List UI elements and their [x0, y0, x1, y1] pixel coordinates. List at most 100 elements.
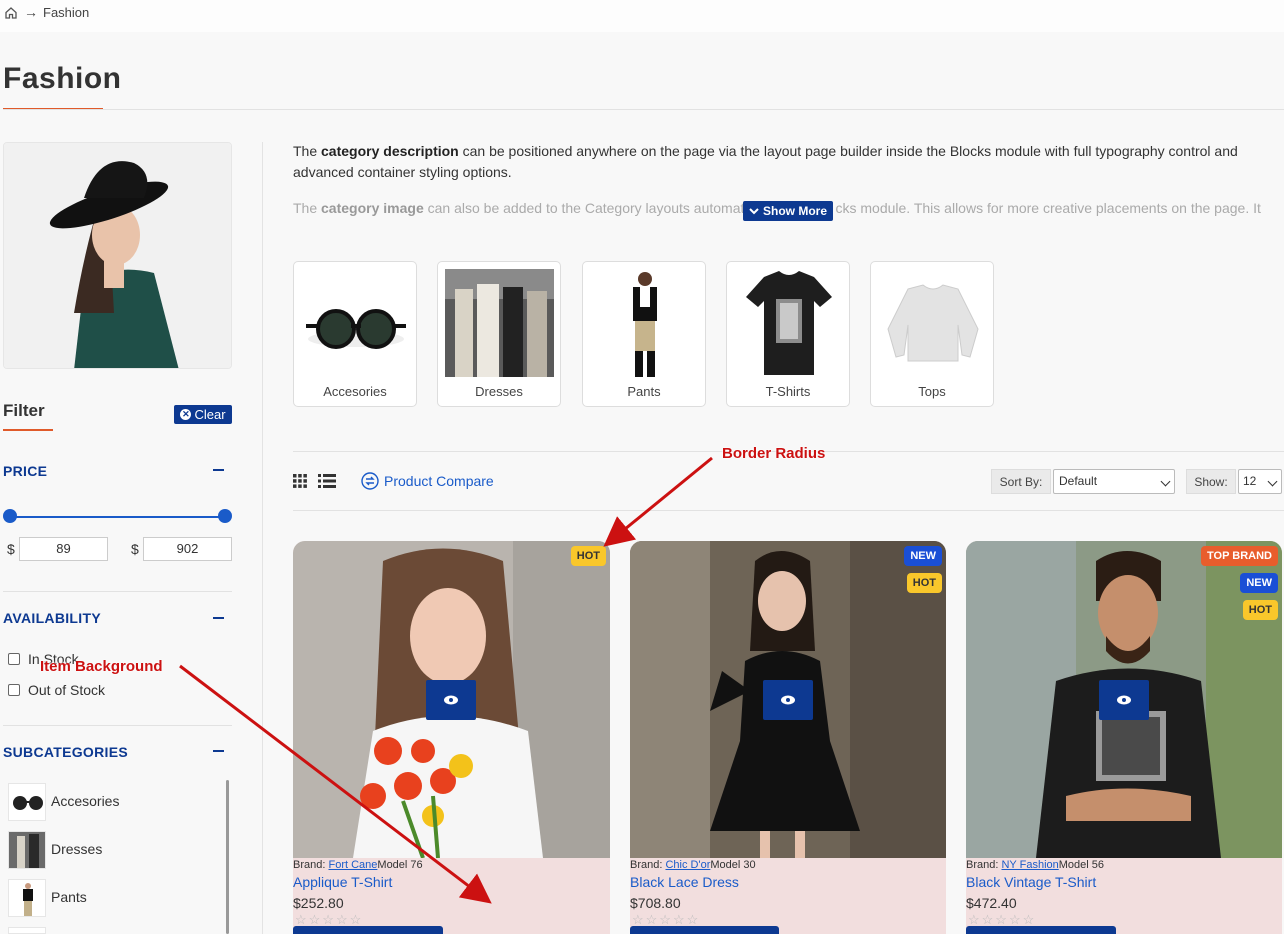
subcategory-thumb-more[interactable] — [8, 927, 46, 934]
subcategory-thumb-pants[interactable] — [8, 879, 46, 917]
add-to-cart-button[interactable] — [630, 926, 779, 934]
out-of-stock-checkbox[interactable] — [8, 684, 20, 696]
product-brand-line: Brand: NY FashionModel 56 — [966, 859, 1104, 871]
availability-section-title[interactable]: AVAILABILITY — [3, 610, 101, 626]
collapse-availability-icon[interactable] — [213, 617, 224, 619]
filter-title: Filter — [3, 401, 45, 420]
product-card[interactable]: NEW HOT Brand: Chic D'orModel 30 Black L… — [630, 541, 946, 934]
in-stock-checkbox[interactable] — [8, 653, 20, 665]
subcategories-section-title[interactable]: SUBCATEGORIES — [3, 744, 128, 760]
quick-view-button[interactable] — [763, 680, 813, 720]
product-price: $252.80 — [293, 895, 344, 911]
category-tile-t-shirts[interactable]: T-Shirts — [726, 261, 850, 407]
breadcrumb-bar — [0, 0, 1284, 32]
category-tile-pants[interactable]: Pants — [582, 261, 706, 407]
brand-link[interactable]: Chic D'or — [665, 859, 710, 871]
quick-view-button[interactable] — [1099, 680, 1149, 720]
product-card[interactable]: HOT Brand: Fort CaneModel 76 Applique T-… — [293, 541, 610, 934]
subcategory-thumb-dresses[interactable] — [8, 831, 46, 869]
chevron-down-icon — [749, 208, 759, 215]
collapse-subcategories-icon[interactable] — [213, 750, 224, 752]
product-image[interactable] — [966, 541, 1282, 858]
annotation-border-radius: Border Radius — [722, 445, 826, 462]
currency-symbol-max: $ — [131, 541, 139, 557]
show-count-select[interactable]: 12 — [1238, 469, 1282, 494]
subcategory-thumb-accesories[interactable] — [8, 783, 46, 821]
price-max-input[interactable]: 902 — [143, 537, 232, 561]
subcategory-link-accesories[interactable]: Accesories — [51, 793, 119, 809]
section-divider — [3, 725, 232, 726]
category-description: The category description can be position… — [293, 141, 1273, 183]
category-tile-label: T-Shirts — [765, 384, 811, 399]
badge-hot: HOT — [906, 573, 942, 593]
eye-icon — [444, 695, 458, 705]
product-name-link[interactable]: Black Vintage T-Shirt — [966, 874, 1096, 890]
page-title: Fashion — [3, 62, 122, 95]
clear-filters-label: Clear — [194, 407, 226, 422]
section-divider — [3, 591, 232, 592]
product-compare-link[interactable]: Product Compare — [384, 473, 494, 489]
add-to-cart-button[interactable] — [293, 926, 443, 934]
category-tile-dresses[interactable]: Dresses — [437, 261, 561, 407]
category-tile-label: Pants — [627, 384, 661, 399]
category-tile-tops[interactable]: Tops — [870, 261, 994, 407]
desc-p1-bold: category description — [321, 143, 459, 159]
toolbar-bottom-divider — [293, 510, 1284, 511]
product-image[interactable] — [293, 541, 610, 858]
desc-p2-rest: can also be added to the Category layout… — [427, 200, 748, 216]
chevron-down-icon — [1160, 476, 1171, 487]
eye-icon — [1117, 695, 1131, 705]
price-section-title[interactable]: PRICE — [3, 463, 47, 479]
subcategory-link-pants[interactable]: Pants — [51, 889, 87, 905]
category-tile-image — [734, 269, 843, 377]
product-model: Model 30 — [710, 859, 756, 871]
brand-label: Brand: — [630, 859, 663, 871]
category-tile-image — [590, 269, 699, 377]
product-brand-line: Brand: Fort CaneModel 76 — [293, 859, 423, 871]
desc-p2-lead: The — [293, 200, 318, 216]
price-slider-min-handle[interactable] — [3, 509, 17, 523]
category-tile-label: Tops — [918, 384, 946, 399]
badge-hot: HOT — [570, 546, 606, 566]
subcategory-link-dresses[interactable]: Dresses — [51, 841, 102, 857]
close-icon: ✕ — [180, 409, 192, 420]
price-slider-track[interactable] — [10, 516, 225, 518]
breadcrumb-current[interactable]: Fashion — [43, 5, 89, 20]
add-to-cart-button[interactable] — [966, 926, 1116, 934]
out-of-stock-label[interactable]: Out of Stock — [28, 682, 105, 698]
brand-label: Brand: — [966, 859, 999, 871]
category-tile-accesories[interactable]: Accesories — [293, 261, 417, 407]
show-count-value: 12 — [1243, 474, 1257, 488]
price-slider-max-handle[interactable] — [218, 509, 232, 523]
product-card[interactable]: TOP BRAND NEW HOT Brand: NY FashionModel… — [966, 541, 1282, 934]
product-name-link[interactable]: Applique T-Shirt — [293, 874, 392, 890]
product-image[interactable] — [630, 541, 946, 858]
compare-icon[interactable] — [361, 472, 379, 490]
grid-view-icon[interactable] — [293, 474, 307, 488]
brand-link[interactable]: NY Fashion — [1001, 859, 1058, 871]
show-more-label: Show More — [762, 204, 827, 218]
show-label: Show: — [1186, 469, 1236, 494]
subcategory-scrollbar[interactable] — [226, 780, 229, 934]
brand-link[interactable]: Fort Cane — [328, 859, 377, 871]
home-icon[interactable] — [4, 6, 18, 20]
sort-by-select[interactable]: Default — [1053, 469, 1175, 494]
show-more-button[interactable]: Show More — [743, 201, 833, 221]
clear-filters-button[interactable]: ✕ Clear — [174, 405, 232, 424]
product-name-link[interactable]: Black Lace Dress — [630, 874, 739, 890]
title-accent-underline — [3, 108, 103, 109]
price-min-input[interactable]: 89 — [19, 537, 108, 561]
badge-top-brand: TOP BRAND — [1201, 546, 1278, 566]
desc-p2-rest-after: cks module. This allows for more creativ… — [835, 200, 1261, 216]
currency-symbol-min: $ — [7, 541, 15, 557]
product-model: Model 76 — [377, 859, 423, 871]
product-price: $708.80 — [630, 895, 681, 911]
category-tile-image — [878, 269, 987, 377]
collapse-price-icon[interactable] — [213, 469, 224, 471]
category-tile-label: Dresses — [475, 384, 523, 399]
quick-view-button[interactable] — [426, 680, 476, 720]
filter-accent-underline — [3, 429, 53, 431]
list-view-icon[interactable] — [318, 474, 336, 488]
column-divider — [262, 142, 263, 934]
badge-hot: HOT — [1242, 600, 1278, 620]
